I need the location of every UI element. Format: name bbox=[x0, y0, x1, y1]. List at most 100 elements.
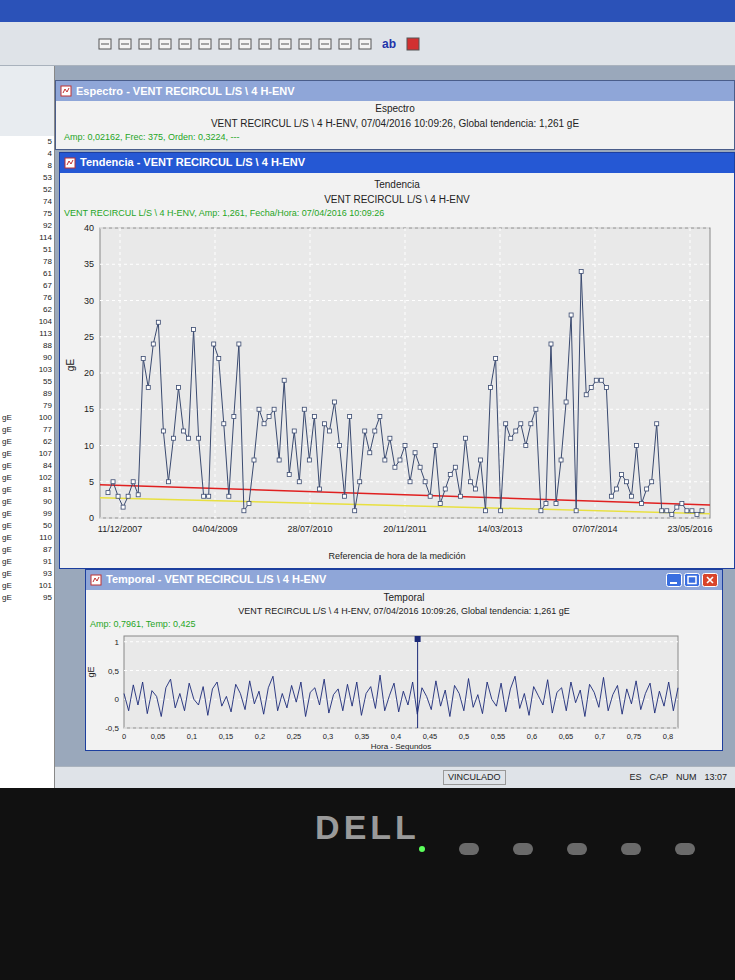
trend-point[interactable] bbox=[614, 487, 618, 491]
trend-point[interactable] bbox=[232, 415, 236, 419]
trend-point[interactable] bbox=[317, 487, 321, 491]
trend-point[interactable] bbox=[428, 494, 432, 498]
trend-point[interactable] bbox=[307, 458, 311, 462]
trend-point[interactable] bbox=[665, 509, 669, 513]
monitor-button[interactable] bbox=[513, 843, 533, 855]
left-panel-row[interactable]: gE77 bbox=[0, 424, 54, 436]
trend-point[interactable] bbox=[413, 451, 417, 455]
trend-point[interactable] bbox=[327, 429, 331, 433]
left-panel-row[interactable]: 79 bbox=[0, 400, 54, 412]
trend-point[interactable] bbox=[579, 270, 583, 274]
trend-point[interactable] bbox=[423, 480, 427, 484]
trend-point[interactable] bbox=[529, 422, 533, 426]
trend-point[interactable] bbox=[453, 465, 457, 469]
left-panel-row[interactable]: 61 bbox=[0, 268, 54, 280]
trend-point[interactable] bbox=[554, 502, 558, 506]
left-panel-row[interactable]: 51 bbox=[0, 244, 54, 256]
time-chart[interactable]: 10,50-0,5gE00,050,10,150,20,250,30,350,4… bbox=[86, 632, 686, 750]
trend-point[interactable] bbox=[257, 407, 261, 411]
trend-point[interactable] bbox=[187, 436, 191, 440]
trend-point[interactable] bbox=[589, 386, 593, 390]
toolbar-tool-icon[interactable] bbox=[118, 37, 132, 51]
trend-point[interactable] bbox=[609, 494, 613, 498]
trend-point[interactable] bbox=[660, 509, 664, 513]
trend-chart[interactable]: 0510152025303540gE11/12/200704/04/200928… bbox=[60, 220, 720, 550]
trend-point[interactable] bbox=[353, 509, 357, 513]
trend-point[interactable] bbox=[247, 502, 251, 506]
trend-point[interactable] bbox=[277, 458, 281, 462]
trend-point[interactable] bbox=[333, 400, 337, 404]
trend-point[interactable] bbox=[403, 444, 407, 448]
left-panel-row[interactable]: gE50 bbox=[0, 520, 54, 532]
toolbar-tool-icon[interactable] bbox=[218, 37, 232, 51]
left-panel-row[interactable]: 8 bbox=[0, 160, 54, 172]
trend-point[interactable] bbox=[368, 451, 372, 455]
trend-point[interactable] bbox=[484, 509, 488, 513]
trend-point[interactable] bbox=[438, 502, 442, 506]
left-panel-row[interactable]: 62 bbox=[0, 304, 54, 316]
trend-point[interactable] bbox=[141, 357, 145, 361]
trend-point[interactable] bbox=[197, 436, 201, 440]
trend-point[interactable] bbox=[348, 415, 352, 419]
trend-point[interactable] bbox=[468, 480, 472, 484]
trend-point[interactable] bbox=[539, 509, 543, 513]
trend-point[interactable] bbox=[670, 512, 674, 516]
trend-point[interactable] bbox=[222, 422, 226, 426]
trend-point[interactable] bbox=[302, 407, 306, 411]
left-panel-row[interactable]: 88 bbox=[0, 340, 54, 352]
trend-point[interactable] bbox=[166, 480, 170, 484]
trend-point[interactable] bbox=[292, 429, 296, 433]
trend-point[interactable] bbox=[650, 480, 654, 484]
trend-point[interactable] bbox=[146, 386, 150, 390]
left-panel-row[interactable]: gE62 bbox=[0, 436, 54, 448]
left-panel-row[interactable]: gE110 bbox=[0, 532, 54, 544]
trend-point[interactable] bbox=[433, 444, 437, 448]
left-panel-row[interactable]: 113 bbox=[0, 328, 54, 340]
window-title-bar[interactable]: Temporal - VENT RECIRCUL L/S \ 4 H-ENV bbox=[86, 570, 722, 590]
trend-point[interactable] bbox=[509, 436, 513, 440]
trend-point[interactable] bbox=[448, 473, 452, 477]
trend-point[interactable] bbox=[519, 422, 523, 426]
left-panel-row[interactable]: 55 bbox=[0, 376, 54, 388]
trend-point[interactable] bbox=[156, 320, 160, 324]
left-panel-row[interactable]: gE102 bbox=[0, 472, 54, 484]
trend-point[interactable] bbox=[443, 487, 447, 491]
left-panel-row[interactable]: 67 bbox=[0, 280, 54, 292]
trend-point[interactable] bbox=[252, 458, 256, 462]
trend-point[interactable] bbox=[237, 342, 241, 346]
trend-point[interactable] bbox=[192, 328, 196, 332]
left-panel-row[interactable]: 4 bbox=[0, 148, 54, 160]
trend-point[interactable] bbox=[463, 436, 467, 440]
trend-point[interactable] bbox=[131, 480, 135, 484]
trend-point[interactable] bbox=[635, 444, 639, 448]
toolbar-tool-icon[interactable] bbox=[138, 37, 152, 51]
trend-point[interactable] bbox=[619, 473, 623, 477]
trend-point[interactable] bbox=[202, 494, 206, 498]
left-panel-row[interactable]: 114 bbox=[0, 232, 54, 244]
trend-point[interactable] bbox=[398, 458, 402, 462]
trend-point[interactable] bbox=[393, 465, 397, 469]
trend-point[interactable] bbox=[272, 407, 276, 411]
left-panel-row[interactable]: gE101 bbox=[0, 580, 54, 592]
trend-point[interactable] bbox=[564, 400, 568, 404]
left-panel-row[interactable]: gE93 bbox=[0, 568, 54, 580]
left-panel-row[interactable]: 89 bbox=[0, 388, 54, 400]
toolbar-tool-icon[interactable] bbox=[298, 37, 312, 51]
toolbar-tool-icon[interactable] bbox=[198, 37, 212, 51]
trend-point[interactable] bbox=[479, 458, 483, 462]
trend-point[interactable] bbox=[594, 378, 598, 382]
text-tool-button[interactable]: ab bbox=[378, 35, 400, 53]
left-panel-row[interactable]: gE81 bbox=[0, 484, 54, 496]
left-panel-row[interactable]: 74 bbox=[0, 196, 54, 208]
left-panel-row[interactable]: 52 bbox=[0, 184, 54, 196]
monitor-button[interactable] bbox=[459, 843, 479, 855]
close-icon[interactable] bbox=[702, 573, 718, 587]
trend-point[interactable] bbox=[212, 342, 216, 346]
left-panel-row[interactable]: gE84 bbox=[0, 460, 54, 472]
trend-point[interactable] bbox=[136, 493, 140, 497]
trend-point[interactable] bbox=[418, 465, 422, 469]
trend-point[interactable] bbox=[262, 422, 266, 426]
trend-point[interactable] bbox=[680, 502, 684, 506]
trend-point[interactable] bbox=[182, 429, 186, 433]
trend-point[interactable] bbox=[494, 357, 498, 361]
